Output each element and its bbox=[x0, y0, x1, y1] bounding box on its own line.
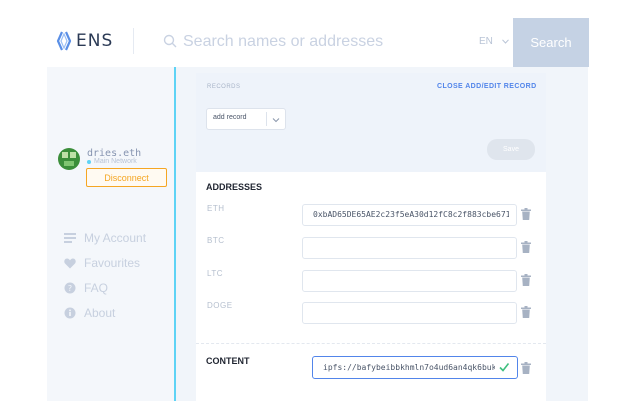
header-divider bbox=[133, 28, 134, 54]
search-button[interactable]: Search bbox=[513, 18, 589, 67]
content-hash-field[interactable]: ipfs://bafybeibbkhmln7o4ud6an4qk6bukcpp6 bbox=[312, 356, 518, 379]
trash-icon[interactable] bbox=[521, 362, 531, 374]
question-icon: ? bbox=[64, 282, 76, 294]
address-label-doge: DOGE bbox=[207, 301, 233, 310]
sidebar-item-favourites[interactable]: Favourites bbox=[64, 256, 140, 270]
address-field-eth[interactable]: 0xbAD65DE65AE2c23f5eA30d12fC8c2f883cbe67… bbox=[302, 204, 517, 226]
address-label-eth: ETH bbox=[207, 204, 225, 213]
sidebar-item-faq[interactable]: ? FAQ bbox=[64, 281, 108, 295]
sidebar-item-my-account[interactable]: My Account bbox=[64, 231, 146, 245]
address-value: 0xbAD65DE65AE2c23f5eA30d12fC8c2f883cbe67… bbox=[313, 210, 509, 219]
trash-icon[interactable] bbox=[521, 306, 531, 318]
check-icon bbox=[499, 363, 510, 372]
svg-text:?: ? bbox=[68, 284, 72, 293]
network-status: Main Network bbox=[87, 158, 137, 165]
ens-logo[interactable]: ENS bbox=[56, 31, 113, 51]
addresses-title: ADDRESSES bbox=[206, 182, 263, 192]
search-icon bbox=[163, 34, 177, 48]
chevron-down-icon bbox=[501, 36, 509, 47]
records-label: RECORDS bbox=[207, 84, 241, 90]
avatar bbox=[58, 148, 80, 170]
save-button[interactable]: Save bbox=[487, 139, 535, 160]
sidebar-item-label: FAQ bbox=[84, 281, 109, 295]
language-selector[interactable]: EN bbox=[479, 36, 509, 47]
sidebar-item-label: My Account bbox=[84, 231, 147, 245]
network-dot-icon bbox=[87, 159, 91, 164]
logo-text: ENS bbox=[76, 31, 114, 51]
address-field-doge[interactable] bbox=[302, 302, 517, 324]
ens-logo-icon bbox=[56, 31, 72, 51]
content-value: ipfs://bafybeibbkhmln7o4ud6an4qk6bukcpp6 bbox=[323, 363, 495, 372]
sidebar-item-about[interactable]: About bbox=[64, 306, 115, 320]
list-icon bbox=[64, 232, 76, 244]
search-input[interactable] bbox=[181, 29, 455, 55]
info-icon bbox=[64, 307, 76, 319]
section-divider bbox=[196, 343, 546, 345]
sidebar-item-label: About bbox=[84, 306, 116, 320]
select-value: add record bbox=[213, 114, 247, 121]
address-label-ltc: LTC bbox=[207, 269, 224, 278]
sidebar-item-label: Favourites bbox=[84, 256, 141, 270]
chevron-down-icon bbox=[271, 113, 281, 131]
address-field-ltc[interactable] bbox=[302, 270, 517, 292]
language-label: EN bbox=[479, 36, 493, 47]
trash-icon[interactable] bbox=[521, 241, 531, 253]
add-record-select[interactable]: add record bbox=[206, 108, 286, 130]
trash-icon[interactable] bbox=[521, 208, 531, 220]
trash-icon[interactable] bbox=[521, 274, 531, 286]
address-label-btc: BTC bbox=[207, 236, 225, 245]
network-label: Main Network bbox=[94, 158, 137, 165]
disconnect-button[interactable]: Disconnect bbox=[86, 168, 167, 187]
content-title: CONTENT bbox=[206, 356, 250, 366]
heart-icon bbox=[64, 257, 76, 269]
close-add-edit-record-link[interactable]: CLOSE ADD/EDIT RECORD bbox=[437, 83, 537, 90]
address-field-btc[interactable] bbox=[302, 237, 517, 259]
